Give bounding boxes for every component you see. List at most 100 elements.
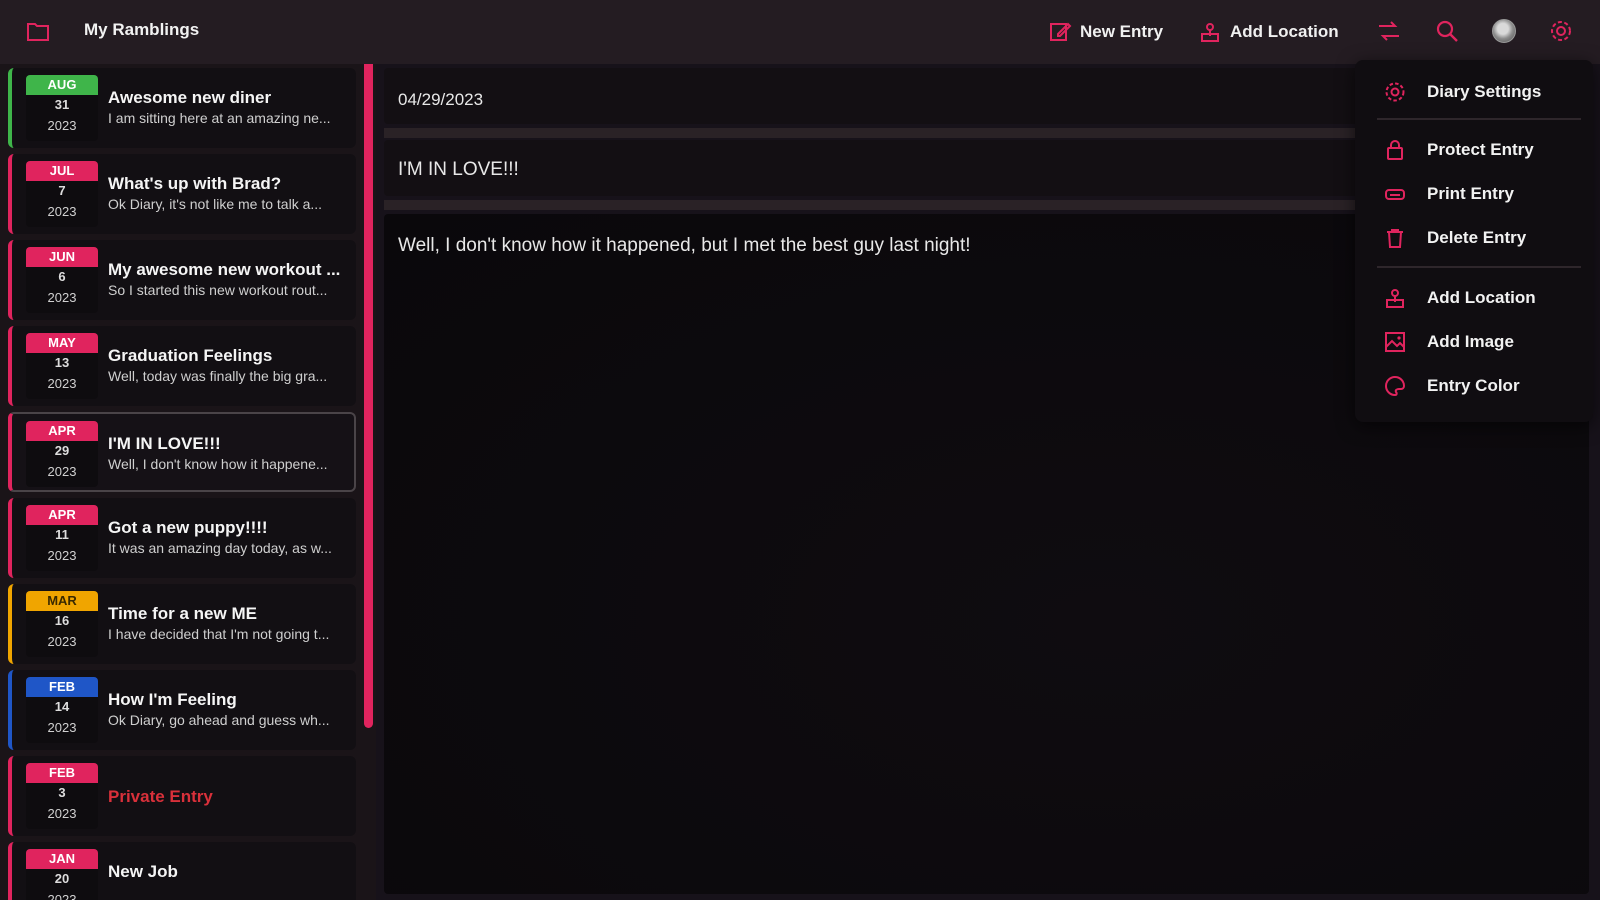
date-badge: JAN 20 2023 [26, 849, 98, 900]
entry-title: Awesome new diner [108, 88, 272, 107]
date-day: 16 [54, 613, 70, 628]
date-year: 2023 [47, 464, 77, 479]
entry-title: New Job [108, 862, 178, 881]
date-day: 3 [58, 785, 66, 800]
menu-divider [1377, 266, 1581, 268]
menu-item-add-image[interactable]: Add Image [1355, 322, 1593, 362]
date-month: FEB [26, 763, 98, 783]
entry-snippet: Ok Diary, go ahead and guess wh... [108, 712, 330, 728]
top-bar: My Ramblings New Entry Add Location [0, 0, 1600, 64]
entry-snippet: I am sitting here at an amazing ne... [108, 110, 331, 126]
date-month: MAR [26, 591, 98, 611]
date-year: 2023 [47, 634, 77, 649]
entry-list-item[interactable]: JAN 20 2023 New Job [8, 842, 356, 900]
date-year: 2023 [47, 204, 77, 219]
diary-app: My Ramblings New Entry Add Location AUG … [0, 0, 1600, 900]
date-month: AUG [26, 75, 98, 95]
entry-title: How I'm Feeling [108, 690, 237, 709]
date-badge: FEB 3 2023 [26, 763, 98, 829]
menu-item-label: Delete Entry [1427, 228, 1527, 247]
edit-icon [1050, 22, 1072, 41]
menu-item-protect-entry[interactable]: Protect Entry [1355, 130, 1593, 170]
entry-list-item[interactable]: MAR 16 2023 Time for a new ME I have decided… [8, 584, 356, 664]
date-month: APR [26, 505, 98, 525]
date-month: JUN [26, 247, 98, 267]
date-day: 7 [58, 183, 66, 198]
menu-item-label: Entry Color [1427, 376, 1520, 395]
entry-title: Private Entry [108, 787, 213, 806]
entry-list-item[interactable]: APR 29 2023 I'M IN LOVE!!! Well, I don't kno… [8, 412, 356, 492]
date-day: 31 [54, 97, 70, 112]
menu-item-label: Add Location [1427, 288, 1536, 307]
date-month: JAN [26, 849, 98, 869]
entry-title: Time for a new ME [108, 604, 257, 623]
entry-title: What's up with Brad? [108, 174, 282, 193]
date-badge: JUN 6 2023 [26, 247, 98, 313]
menu-item-label: Protect Entry [1427, 140, 1534, 159]
entry-list-item[interactable]: FEB 3 2023 Private Entry [8, 756, 356, 836]
date-year: 2023 [47, 376, 77, 391]
scrollbar[interactable] [364, 64, 373, 728]
folder-icon[interactable] [26, 20, 50, 42]
entry-list-item[interactable]: MAY 13 2023 Graduation Feelings Well, today … [8, 326, 356, 406]
entry-snippet: I have decided that I'm not going t... [108, 626, 330, 642]
date-year: 2023 [47, 720, 77, 735]
menu-item-entry-color[interactable]: Entry Color [1355, 366, 1593, 406]
date-badge: APR 29 2023 [26, 421, 98, 487]
date-badge: AUG 31 2023 [26, 75, 98, 141]
menu-item-label: Print Entry [1427, 184, 1514, 203]
palette-icon [1385, 375, 1406, 397]
entry-list: AUG 31 2023 Awesome new diner I am sitting h… [0, 64, 376, 900]
settings-menu: Diary Settings Protect Entry Print Entry… [1355, 60, 1593, 422]
date-badge: FEB 14 2023 [26, 677, 98, 743]
entry-list-item[interactable]: AUG 31 2023 Awesome new diner I am sitting h… [8, 68, 356, 148]
date-month: APR [26, 421, 98, 441]
date-month: MAY [26, 333, 98, 353]
sort-icon[interactable] [1376, 18, 1402, 44]
date-badge: MAY 13 2023 [26, 333, 98, 399]
date-badge: JUL 7 2023 [26, 161, 98, 227]
add-location-button[interactable]: Add Location [1198, 16, 1339, 48]
add-location-label: Add Location [1230, 22, 1339, 41]
menu-item-diary-settings[interactable]: Diary Settings [1355, 72, 1593, 112]
entry-list-item[interactable]: JUN 6 2023 My awesome new workout ... So I s… [8, 240, 356, 320]
lock-icon [1387, 140, 1403, 160]
date-badge: APR 11 2023 [26, 505, 98, 571]
menu-item-print-entry[interactable]: Print Entry [1355, 174, 1593, 214]
date-day: 14 [54, 699, 70, 714]
printer-icon [1385, 189, 1405, 200]
entry-title: Graduation Feelings [108, 346, 273, 365]
new-entry-button[interactable]: New Entry [1048, 16, 1163, 48]
image-icon [1385, 332, 1405, 352]
new-entry-label: New Entry [1080, 22, 1164, 41]
avatar[interactable] [1492, 19, 1516, 43]
date-year: 2023 [47, 892, 77, 900]
entry-list-item[interactable]: JUL 7 2023 What's up with Brad? Ok Diary, it… [8, 154, 356, 234]
entry-list-item[interactable]: APR 11 2023 Got a new puppy!!!! It was an am… [8, 498, 356, 578]
entry-list-item[interactable]: FEB 14 2023 How I'm Feeling Ok Diary, go ahe… [8, 670, 356, 750]
entry-title: My awesome new workout ... [108, 260, 341, 279]
date-day: 29 [54, 443, 70, 458]
menu-divider [1377, 118, 1581, 120]
gear-icon [1385, 82, 1405, 102]
app-title: My Ramblings [84, 20, 200, 39]
date-day: 20 [54, 871, 70, 886]
search-icon[interactable] [1434, 18, 1460, 44]
menu-item-label: Diary Settings [1427, 82, 1542, 101]
date-badge: MAR 16 2023 [26, 591, 98, 657]
gear-icon[interactable] [1548, 18, 1574, 44]
entry-snippet: It was an amazing day today, as w... [108, 540, 332, 556]
menu-item-delete-entry[interactable]: Delete Entry [1355, 218, 1593, 258]
location-icon [1386, 289, 1404, 308]
trash-icon [1387, 229, 1403, 248]
entry-title: I'M IN LOVE!!! [108, 434, 221, 453]
menu-item-add-location[interactable]: Add Location [1355, 278, 1593, 318]
entry-snippet: Ok Diary, it's not like me to talk a... [108, 196, 323, 212]
menu-item-label: Add Image [1427, 332, 1514, 351]
date-day: 6 [58, 269, 66, 284]
date-month: JUL [26, 161, 98, 181]
date-day: 13 [54, 355, 70, 370]
date-year: 2023 [47, 290, 77, 305]
entry-snippet: Well, today was finally the big gra... [108, 368, 328, 384]
date-year: 2023 [47, 806, 77, 821]
